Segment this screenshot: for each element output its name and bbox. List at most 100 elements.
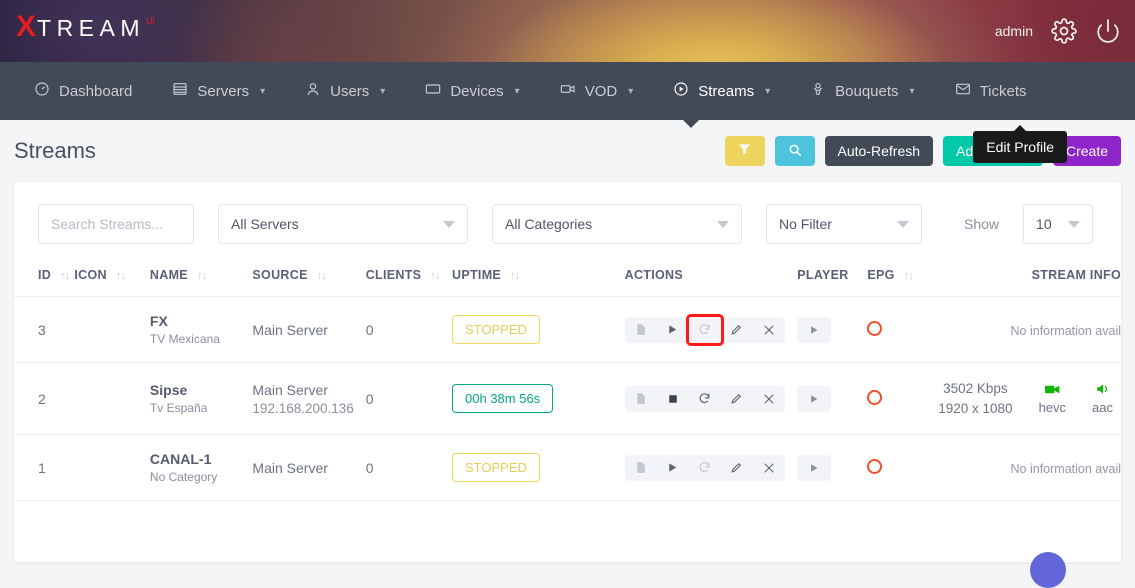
delete-x-icon[interactable]	[753, 386, 785, 412]
table-header-row: ID↑↓ ICON↑↓ NAME↑↓ SOURCE ↑↓ CLIENTS↑↓ UP…	[14, 260, 1121, 297]
stream-name: Sipse	[150, 382, 253, 398]
cell-player	[797, 297, 867, 363]
search-streams-field	[38, 204, 194, 244]
column-header-icon[interactable]: ICON↑↓	[74, 260, 150, 297]
file-icon[interactable]	[625, 455, 657, 481]
cell-name: Sipse Tv España	[150, 363, 253, 435]
edit-pencil-icon[interactable]	[721, 317, 753, 343]
filter-bar: All Servers All Categories No Filter Sho…	[14, 182, 1121, 260]
stop-icon[interactable]	[657, 386, 689, 412]
devices-icon	[425, 81, 441, 101]
sort-icon[interactable]: ↑↓	[430, 270, 439, 282]
logo-superscript: UI	[146, 16, 155, 26]
sort-icon[interactable]: ↑↓	[510, 270, 519, 282]
sort-icon[interactable]: ↑↓	[197, 270, 206, 282]
sort-icon[interactable]: ↑↓	[60, 270, 69, 282]
app-logo[interactable]: X TREAM UI	[16, 12, 155, 42]
column-label: SOURCE	[252, 268, 307, 282]
streams-icon	[673, 81, 689, 101]
page-size-select[interactable]: 10	[1023, 204, 1093, 244]
sort-icon[interactable]: ↑↓	[317, 270, 326, 282]
delete-x-icon[interactable]	[753, 455, 785, 481]
banner-right-group: admin	[995, 0, 1121, 62]
edit-pencil-icon[interactable]	[721, 455, 753, 481]
restart-icon[interactable]	[689, 455, 721, 481]
logo-x: X	[16, 12, 36, 42]
column-label: PLAYER	[797, 268, 848, 282]
auto-refresh-button[interactable]: Auto-Refresh	[825, 136, 933, 166]
sort-icon[interactable]: ↑↓	[904, 270, 913, 282]
delete-x-icon[interactable]	[753, 317, 785, 343]
nav-label: Devices	[450, 83, 503, 100]
column-header-source[interactable]: SOURCE ↑↓	[252, 260, 365, 297]
categories-select[interactable]: All Categories	[492, 204, 742, 244]
nav-item-bouquets[interactable]: Bouquets ▾	[790, 62, 934, 120]
chevron-down-icon: ▾	[765, 86, 770, 97]
cell-icon	[74, 297, 150, 363]
chevron-down-icon	[1068, 221, 1080, 228]
search-input[interactable]	[38, 204, 194, 244]
action-button-group	[625, 317, 785, 343]
nav-item-devices[interactable]: Devices ▾	[405, 62, 539, 120]
source-ip: 192.168.200.136	[252, 401, 365, 416]
column-header-clients[interactable]: CLIENTS↑↓	[366, 260, 452, 297]
cell-clients: 0	[366, 435, 452, 501]
status-filter-select[interactable]: No Filter	[766, 204, 922, 244]
cell-player	[797, 363, 867, 435]
column-header-epg[interactable]: EPG↑↓	[867, 260, 926, 297]
play-icon[interactable]	[657, 317, 689, 343]
filter-x-icon	[737, 142, 752, 160]
chevron-down-icon: ▾	[910, 86, 915, 97]
file-icon[interactable]	[625, 386, 657, 412]
player-play-button[interactable]	[797, 386, 831, 412]
nav-item-streams[interactable]: Streams ▾	[653, 62, 790, 120]
stream-bitrate-block: 3502 Kbps 1920 x 1080	[938, 379, 1012, 418]
gear-icon[interactable]	[1051, 18, 1077, 44]
cell-id: 1	[14, 435, 74, 501]
nav-item-dashboard[interactable]: Dashboard	[14, 62, 152, 120]
servers-select[interactable]: All Servers	[218, 204, 468, 244]
sort-icon[interactable]: ↑↓	[116, 270, 125, 282]
table-body: 3 FX TV Mexicana Main Server 0 STOPPED	[14, 297, 1121, 501]
chevron-down-icon	[897, 221, 909, 228]
power-icon[interactable]	[1095, 18, 1121, 44]
filter-button[interactable]	[725, 136, 765, 166]
page-title: Streams	[14, 138, 96, 164]
column-header-name[interactable]: NAME↑↓	[150, 260, 253, 297]
chevron-down-icon: ▾	[515, 86, 520, 97]
audio-codec-block: aac	[1092, 383, 1113, 415]
cell-source: Main Server	[252, 435, 365, 501]
nav-label: Dashboard	[59, 83, 132, 100]
nav-item-servers[interactable]: Servers ▾	[152, 62, 285, 120]
edit-pencil-icon[interactable]	[721, 386, 753, 412]
cell-icon	[74, 363, 150, 435]
cell-actions	[625, 435, 798, 501]
nav-item-users[interactable]: Users ▾	[285, 62, 405, 120]
column-header-uptime[interactable]: UPTIME↑↓	[452, 260, 625, 297]
cell-actions	[625, 297, 798, 363]
table-row: 2 Sipse Tv España Main Server 192.168.20…	[14, 363, 1121, 435]
scroll-to-top-fab[interactable]	[1030, 552, 1066, 588]
admin-username[interactable]: admin	[995, 23, 1033, 39]
epg-status-indicator	[867, 321, 882, 336]
file-icon[interactable]	[625, 317, 657, 343]
bouquets-icon	[810, 81, 826, 101]
restart-icon[interactable]	[689, 386, 721, 412]
banner-decoration	[0, 0, 1135, 62]
nav-item-tickets[interactable]: Tickets	[935, 62, 1047, 120]
nav-item-vod[interactable]: VOD ▾	[540, 62, 654, 120]
speaker-icon	[1092, 383, 1113, 398]
player-play-button[interactable]	[797, 455, 831, 481]
search-button[interactable]	[775, 136, 815, 166]
play-icon[interactable]	[657, 455, 689, 481]
restart-icon[interactable]	[689, 317, 721, 343]
cell-epg	[867, 435, 926, 501]
column-header-player: PLAYER	[797, 260, 867, 297]
nav-label: Users	[330, 83, 369, 100]
cell-actions	[625, 363, 798, 435]
status-filter-value: No Filter	[779, 216, 832, 232]
video-codec-block: hevc	[1039, 383, 1066, 415]
action-button-group	[625, 386, 785, 412]
column-header-id[interactable]: ID↑↓	[14, 260, 74, 297]
player-play-button[interactable]	[797, 317, 831, 343]
